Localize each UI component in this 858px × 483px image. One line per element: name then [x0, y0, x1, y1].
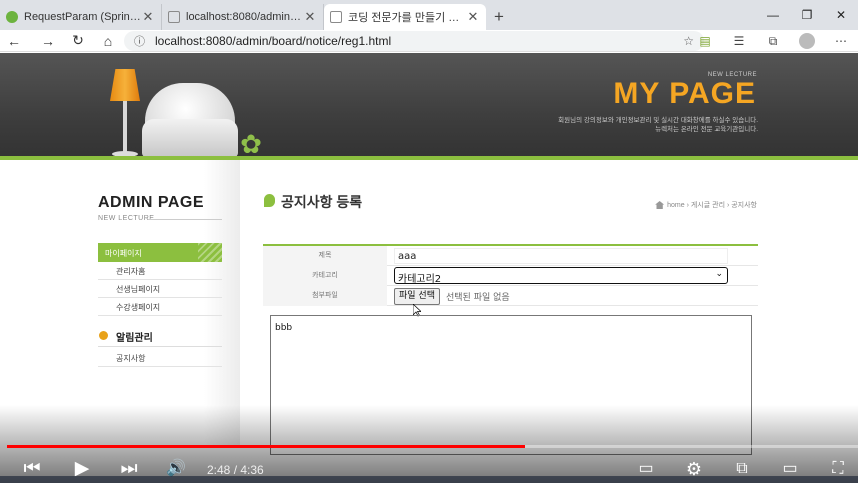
sidebar-item-student[interactable]: 수강생페이지 — [98, 298, 222, 316]
address-bar[interactable]: ⓘ localhost:8080/admin/board/notice/reg1… — [124, 31, 704, 51]
plant-icon: ✿ — [240, 129, 262, 157]
page-favicon-icon — [330, 11, 342, 23]
category-select[interactable]: 카테고리2 ⌄ — [394, 267, 728, 285]
site-header: ✿ NEW LECTURE MY PAGE 회원님의 강의정보와 개인정보관리 … — [0, 53, 858, 157]
extension-icon[interactable]: ▤ — [688, 34, 722, 48]
sidebar-subtitle: NEW LECTURE — [98, 215, 155, 222]
tab-title: RequestParam (Spring Framework — [24, 11, 141, 23]
brand-description: 회원님의 강의정보와 개인정보관리 및 실시간 대화창에를 하실수 있습니다. … — [518, 116, 758, 134]
home-button[interactable]: ⌂ — [94, 33, 122, 49]
favorites-icon[interactable]: ☰ — [722, 34, 756, 48]
close-window-button[interactable]: ✕ — [824, 0, 858, 30]
chevron-down-icon: ⌄ — [715, 269, 723, 279]
close-tab-icon[interactable]: ✕ — [466, 9, 480, 25]
browser-tab-strip: RequestParam (Spring Framework ✕ localho… — [0, 0, 858, 30]
breadcrumb-text[interactable]: home › 게시글 관리 › 공지사항 — [667, 200, 757, 210]
window-controls: — ❐ ✕ — [756, 0, 858, 30]
new-tab-button[interactable]: + — [486, 4, 512, 30]
time-display: 2:48 / 4:36 — [207, 463, 264, 477]
brand-description-line: 뉴렉처는 온라인 전문 교육기관입니다. — [655, 126, 758, 133]
back-button[interactable]: ← — [0, 33, 28, 49]
progress-played — [7, 445, 526, 448]
file-status-text: 선택된 파일 없음 — [446, 293, 510, 303]
attachment-label: 첨부파일 — [263, 286, 387, 306]
more-menu-icon[interactable]: ⋯ — [824, 34, 858, 48]
home-icon — [655, 201, 665, 209]
progress-bar[interactable] — [7, 445, 858, 448]
sidebar-item-admin-home[interactable]: 관리자홈 — [98, 262, 222, 280]
page-favicon-icon — [168, 11, 180, 23]
profile-avatar[interactable] — [799, 33, 815, 49]
sidebar-item-teacher[interactable]: 선생님페이지 — [98, 280, 222, 298]
breadcrumb: home › 게시글 관리 › 공지사항 — [655, 200, 757, 210]
tab-title: localhost:8080/admin/board/not — [186, 11, 303, 23]
browser-extensions: ▤ ☰ ⧉ ⋯ — [688, 30, 858, 52]
lamp-illustration — [110, 69, 140, 101]
sidebar-title: ADMIN PAGE — [98, 194, 205, 211]
browser-toolbar: ← → ↻ ⌂ ⓘ localhost:8080/admin/board/not… — [0, 30, 858, 52]
category-label: 카테고리 — [263, 266, 387, 286]
divider — [98, 346, 222, 347]
url-text: localhost:8080/admin/board/notice/reg1.h… — [155, 34, 392, 48]
armchair-seat — [142, 119, 238, 157]
lamp-pole — [123, 101, 127, 153]
choose-file-button[interactable]: 파일 선택 — [394, 288, 440, 305]
close-tab-icon[interactable]: ✕ — [141, 9, 155, 25]
title-label: 제목 — [263, 246, 387, 266]
sidebar-group-title: 알림관리 — [116, 333, 153, 344]
forward-button[interactable]: → — [34, 33, 62, 49]
sidebar-item-notice[interactable]: 공지사항 — [98, 349, 222, 367]
form-row-category: 카테고리 카테고리2 ⌄ — [263, 266, 758, 286]
close-tab-icon[interactable]: ✕ — [303, 9, 317, 25]
spring-favicon-icon — [6, 11, 18, 23]
form-row-title: 제목 aaa — [263, 246, 758, 266]
leaf-icon — [264, 194, 275, 207]
browser-tab-requestparam[interactable]: RequestParam (Spring Framework ✕ — [0, 4, 162, 30]
bullet-icon — [99, 331, 108, 340]
site-info-icon[interactable]: ⓘ — [134, 33, 145, 49]
page-title: 공지사항 등록 — [281, 194, 363, 210]
tab-title: 코딩 전문가를 만들기 위한 온라 — [348, 12, 466, 24]
minimize-button[interactable]: — — [756, 0, 790, 30]
form-row-attachment: 첨부파일 파일 선택 선택된 파일 없음 — [263, 286, 758, 306]
divider — [148, 219, 222, 220]
collections-icon[interactable]: ⧉ — [756, 34, 790, 49]
browser-tab-active[interactable]: 코딩 전문가를 만들기 위한 온라 ✕ — [324, 4, 486, 30]
reload-button[interactable]: ↻ — [64, 32, 92, 49]
browser-tab-localhost[interactable]: localhost:8080/admin/board/not ✕ — [162, 4, 324, 30]
title-input[interactable]: aaa — [394, 248, 728, 264]
brand-title: MY PAGE — [613, 77, 756, 110]
category-selected-value: 카테고리2 — [398, 274, 442, 285]
restore-button[interactable]: ❐ — [790, 0, 824, 30]
sidebar-menu-head[interactable]: 마이페이지 — [98, 243, 222, 262]
os-taskbar — [0, 476, 858, 483]
brand-description-line: 회원님의 강의정보와 개인정보관리 및 실시간 대화창에를 하실수 있습니다. — [558, 117, 758, 124]
